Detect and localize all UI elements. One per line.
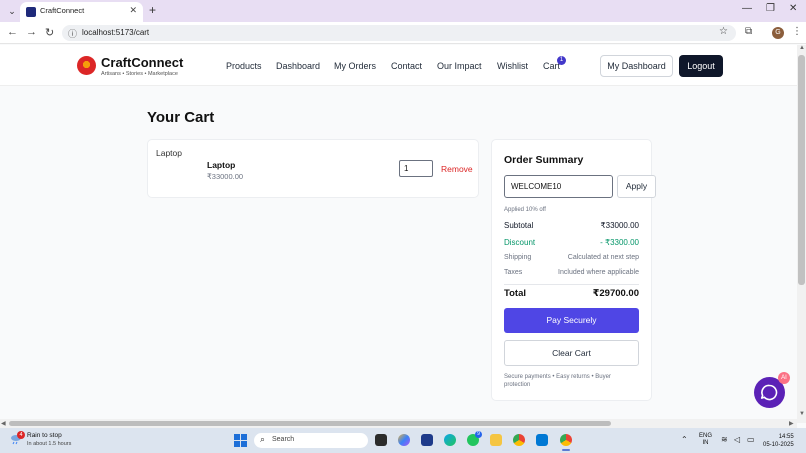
horizontal-scrollbar[interactable]: ◀ ▶ xyxy=(0,419,797,428)
nav-our-impact[interactable]: Our Impact xyxy=(437,61,482,71)
taxes-label: Taxes xyxy=(504,269,523,276)
taxes-value: Included where applicable xyxy=(558,269,639,276)
weather-subtitle: In about 1.5 hours xyxy=(27,441,72,447)
site-info-icon[interactable]: ⓘ xyxy=(68,27,77,40)
product-price: ₹33000.00 xyxy=(207,172,244,181)
tray-overflow-chevron-icon[interactable]: ⌃ xyxy=(681,435,688,444)
profile-avatar[interactable]: G xyxy=(772,27,784,39)
file-explorer-icon[interactable] xyxy=(490,434,502,446)
whatsapp-badge: 9 xyxy=(475,431,482,438)
edge-icon[interactable] xyxy=(444,434,456,446)
summary-divider xyxy=(504,284,639,285)
browser-tab-bar: ⌄ CraftConnect ✕ + — ❐ ✕ xyxy=(0,0,806,22)
brand-name[interactable]: CraftConnect xyxy=(101,55,183,70)
taskbar-search-label: Search xyxy=(272,436,295,443)
address-toolbar: ← → ↻ ⓘ localhost:5173/cart ☆ ⧉ G ⋮ xyxy=(0,22,806,44)
minimize-icon[interactable]: — xyxy=(742,3,752,14)
product-name: Laptop xyxy=(207,160,236,170)
extensions-puzzle-icon[interactable]: ⧉ xyxy=(745,26,752,37)
browser-menu-icon[interactable]: ⋮ xyxy=(792,26,802,37)
site-header: CraftConnect Artisans • Stories • Market… xyxy=(0,45,797,86)
scroll-up-arrow-icon[interactable]: ▲ xyxy=(799,45,805,51)
my-dashboard-button[interactable]: My Dashboard xyxy=(600,55,673,77)
new-tab-plus-icon[interactable]: + xyxy=(149,3,156,17)
reload-icon[interactable]: ↻ xyxy=(45,26,54,39)
chat-ai-badge: AI xyxy=(778,372,790,384)
scroll-left-arrow-icon[interactable]: ◀ xyxy=(1,420,6,427)
weather-title[interactable]: Rain to stop xyxy=(27,432,62,439)
vertical-scrollbar[interactable]: ▲ ▼ xyxy=(797,45,806,423)
total-label: Total xyxy=(504,288,526,299)
page-title: Your Cart xyxy=(147,109,215,126)
total-value: ₹29700.00 xyxy=(592,288,639,299)
nav-contact[interactable]: Contact xyxy=(391,61,422,71)
shipping-value: Calculated at next step xyxy=(567,254,639,261)
summary-footer-note: Secure payments • Easy returns • Buyer p… xyxy=(504,374,611,388)
vscode-icon[interactable] xyxy=(536,434,548,446)
cart-count-badge: 1 xyxy=(557,56,566,65)
promo-code-input[interactable]: WELCOME10 xyxy=(504,175,613,198)
vertical-scroll-thumb[interactable] xyxy=(798,55,805,285)
volume-icon[interactable]: ◁ xyxy=(734,435,740,444)
remove-item-button[interactable]: Remove xyxy=(441,164,473,174)
clear-cart-button[interactable]: Clear Cart xyxy=(504,340,639,366)
search-icon: ⌕ xyxy=(260,434,266,444)
brand-logo-icon[interactable] xyxy=(77,56,96,75)
discount-label: Discount xyxy=(504,238,536,247)
os-taskbar: 4 Rain to stop In about 1.5 hours ⌕ Sear… xyxy=(0,428,806,453)
clock-time: 14:55 xyxy=(778,434,794,440)
region-code: IN xyxy=(702,440,709,446)
subtotal-label: Subtotal xyxy=(504,221,534,230)
language-indicator[interactable]: ENG IN xyxy=(699,433,712,447)
logout-button[interactable]: Logout xyxy=(679,55,723,77)
bookmark-star-icon[interactable]: ☆ xyxy=(719,26,728,37)
omnibox[interactable]: ⓘ localhost:5173/cart ☆ xyxy=(62,25,736,41)
order-summary-title: Order Summary xyxy=(504,154,584,166)
scroll-down-arrow-icon[interactable]: ▼ xyxy=(799,411,805,417)
cart-item-card: Laptop Laptop ₹33000.00 1 Remove xyxy=(147,139,479,198)
system-clock[interactable]: 14:55 05-10-2025 xyxy=(763,433,794,449)
chrome-icon[interactable] xyxy=(513,434,525,446)
nav-products[interactable]: Products xyxy=(226,61,262,71)
chrome-active-icon[interactable] xyxy=(560,434,572,446)
nav-dashboard[interactable]: Dashboard xyxy=(276,61,320,71)
subtotal-value: ₹33000.00 xyxy=(600,221,639,230)
pay-securely-button[interactable]: Pay Securely xyxy=(504,308,639,333)
tab-close-icon[interactable]: ✕ xyxy=(129,5,137,16)
brand-tagline: Artisans • Stories • Marketplace xyxy=(101,71,178,77)
order-summary-card: Order Summary WELCOME10 Apply Applied 10… xyxy=(491,139,656,401)
forward-arrow-icon[interactable]: → xyxy=(26,26,37,38)
window-close-icon[interactable]: ✕ xyxy=(789,3,797,14)
task-view-icon[interactable] xyxy=(375,434,387,446)
browser-tab[interactable]: CraftConnect ✕ xyxy=(20,2,143,22)
language-code: ENG xyxy=(699,433,713,439)
active-app-indicator xyxy=(562,449,570,451)
scroll-right-arrow-icon[interactable]: ▶ xyxy=(789,420,794,427)
back-arrow-icon[interactable]: ← xyxy=(7,26,18,38)
tab-search-chevron-icon[interactable]: ⌄ xyxy=(5,4,19,18)
product-image: Laptop xyxy=(156,148,182,158)
weather-badge: 4 xyxy=(17,431,25,439)
quantity-input[interactable]: 1 xyxy=(399,160,433,177)
url-text[interactable]: localhost:5173/cart xyxy=(82,28,149,37)
horizontal-scroll-thumb[interactable] xyxy=(9,421,611,426)
store-icon[interactable] xyxy=(421,434,433,446)
tab-title: CraftConnect xyxy=(40,6,85,15)
taskbar-search[interactable]: ⌕ Search xyxy=(254,433,368,448)
promo-applied-note: Applied 10% off xyxy=(504,207,546,213)
clock-date: 05-10-2025 xyxy=(763,442,794,448)
favicon-icon xyxy=(26,7,36,17)
battery-icon[interactable]: ▭ xyxy=(747,435,755,444)
wifi-icon[interactable]: ≋ xyxy=(721,435,728,444)
windows-start-icon[interactable] xyxy=(234,434,247,447)
copilot-icon[interactable] xyxy=(398,434,410,446)
restore-icon[interactable]: ❐ xyxy=(766,3,775,14)
discount-value: - ₹3300.00 xyxy=(600,238,639,247)
nav-my-orders[interactable]: My Orders xyxy=(334,61,376,71)
nav-wishlist[interactable]: Wishlist xyxy=(497,61,528,71)
apply-promo-button[interactable]: Apply xyxy=(617,175,656,198)
shipping-label: Shipping xyxy=(504,254,532,261)
